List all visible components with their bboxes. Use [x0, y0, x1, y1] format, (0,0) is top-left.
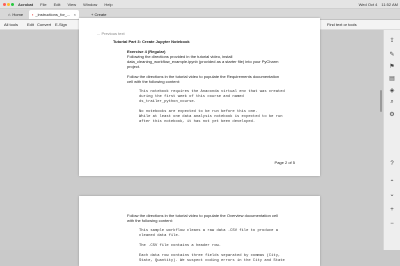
menu-edit[interactable]: Edit	[54, 2, 61, 7]
edit-label: Edit	[27, 22, 34, 27]
esign-button[interactable]: E-Sign	[55, 21, 67, 28]
zoom-window-button[interactable]	[11, 2, 14, 6]
close-icon[interactable]: ×	[74, 12, 76, 17]
close-window-button[interactable]	[3, 2, 6, 6]
menu-help[interactable]: Help	[104, 2, 112, 7]
document-view[interactable]: ... Previous text Tutorial Part 3: Creat…	[0, 18, 400, 266]
search-icon[interactable]: ⌕	[388, 98, 396, 106]
status-area: Wed Oct 4 11:52 AM	[359, 0, 398, 8]
window-controls	[3, 2, 14, 6]
stamp-icon[interactable]: ◈	[388, 86, 396, 94]
all-tools-label: All tools	[4, 22, 19, 27]
find-text-label: Find text or tools	[327, 22, 357, 27]
tools-icon[interactable]: ⚙	[388, 110, 396, 118]
convert-button[interactable]: Convert	[37, 21, 51, 28]
tutorial-heading: Tutorial Part 3: Create Jupyter Notebook	[113, 39, 190, 44]
menu-view[interactable]: View	[67, 2, 76, 7]
para1-line2: data_cleaning_workflow_example.ipynb (pr…	[127, 59, 279, 64]
status-time: 11:52 AM	[381, 1, 398, 7]
pdf-icon: ▪	[32, 12, 34, 17]
pdf-page-2: ... Previous text Tutorial Part 3: Creat…	[79, 18, 320, 176]
tab-document-label: _instructions_for_...	[35, 12, 71, 17]
code-line-3: ds_trailer_python_course.	[139, 100, 196, 104]
right-tool-rail: ⇪ ✎ ⚑ ▤ ◈ ⌕ ⚙ ? ⌃ ⌄ + −	[383, 30, 400, 250]
page2-code-line-2: cleaned data file.	[139, 234, 181, 238]
page-top-cut-text: ... Previous text	[97, 31, 125, 36]
menu-app-name[interactable]: Acrobat	[18, 2, 33, 7]
bookmark-icon[interactable]: ⚑	[388, 62, 396, 70]
para1-line3: project.	[127, 64, 141, 69]
esign-label: E-Sign	[55, 22, 68, 27]
menu-file[interactable]: File	[40, 2, 46, 7]
page2-code-line-7: State, Quantity). We suspect coding erro…	[139, 259, 285, 263]
tab-home[interactable]: ⌂ Home	[5, 10, 27, 19]
zoom-in-icon[interactable]: +	[388, 206, 396, 214]
tab-create-label: + Create	[91, 12, 107, 17]
edit-button[interactable]: Edit	[27, 21, 34, 28]
page-down-icon[interactable]: ⌄	[388, 190, 396, 198]
page2-para-line2: with the following content:	[127, 218, 173, 223]
share-icon[interactable]: ⇪	[388, 36, 396, 44]
tab-home-label: Home	[12, 12, 24, 17]
status-date: Wed Oct 4	[358, 1, 378, 7]
home-icon: ⌂	[8, 12, 11, 17]
zoom-out-icon[interactable]: −	[388, 220, 396, 228]
page2-code-line-4: The .CSV file contains a header row.	[139, 244, 222, 248]
convert-label: Convert	[37, 22, 52, 27]
comment-icon[interactable]: ✎	[388, 50, 396, 58]
tab-document[interactable]: ▪ _instructions_for_... ×	[29, 10, 79, 19]
pdf-page-3: Follow the directions in the tutorial vi…	[79, 196, 320, 266]
para2-line2: cell with the following content:	[127, 79, 180, 84]
page-number: Page 2 of 5	[274, 160, 295, 165]
code-line-7: after this notebook, it has not yet been…	[139, 120, 256, 124]
find-text-button[interactable]: Find text or tools	[327, 21, 357, 28]
all-tools-button[interactable]: All tools	[4, 21, 18, 28]
minimize-window-button[interactable]	[7, 2, 10, 6]
scroll-thumb[interactable]	[380, 90, 382, 112]
page-up-icon[interactable]: ⌃	[388, 178, 396, 186]
help-icon[interactable]: ?	[388, 160, 396, 168]
menubar: Acrobat File Edit View Window Help Wed O…	[0, 0, 400, 9]
menu-window[interactable]: Window	[83, 2, 97, 7]
pages-icon[interactable]: ▤	[388, 74, 396, 82]
